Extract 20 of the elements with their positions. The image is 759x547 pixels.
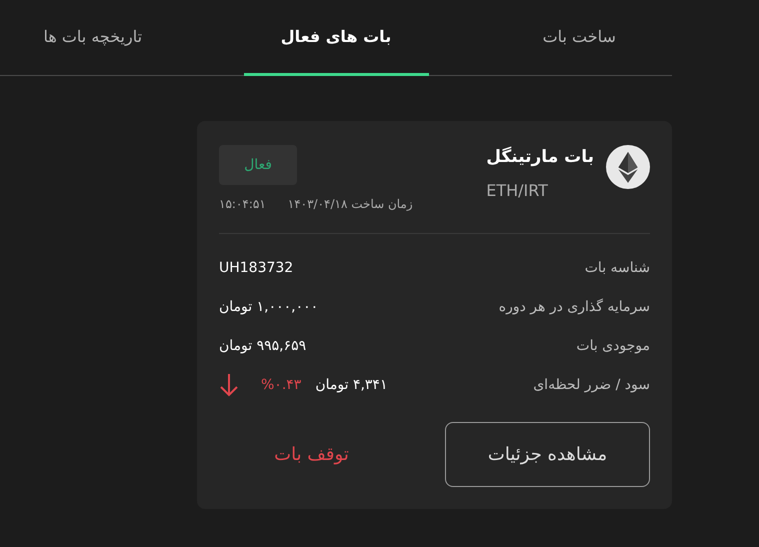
action-button[interactable]: مشاهده جزئیات — [445, 422, 650, 487]
tab[interactable]: تاریخچه بات ها — [0, 0, 186, 76]
field-label: موجودی بات — [576, 338, 650, 354]
ethereum-icon — [606, 145, 650, 189]
change-percent: %۰.۴۳ — [261, 376, 302, 392]
trading-pair: ETH/IRT — [486, 181, 549, 200]
status-badge: فعال — [219, 145, 297, 185]
field-label: شناسه بات — [584, 260, 650, 276]
created-time: ۱۵:۰۴:۵۱ — [219, 197, 266, 211]
field-value: ۹۹۵,۶۵۹ تومان — [219, 338, 306, 354]
action-button[interactable]: توقف بات — [219, 422, 404, 487]
field-value: UH183732 — [219, 260, 294, 276]
field-label: سود / ضرر لحظه‌ای — [533, 376, 650, 392]
field-label: سرمایه گذاری در هر دوره — [498, 298, 650, 314]
tab[interactable]: ساخت بات — [486, 0, 672, 76]
tab[interactable]: بات های فعال — [244, 0, 428, 76]
field-value: ۱,۰۰۰,۰۰۰ تومان — [219, 298, 318, 314]
bot-name: بات مارتینگل — [486, 147, 594, 167]
field-value: ۴,۳۴۱ تومان — [315, 376, 388, 392]
created-date: زمان ساخت ۱۴۰۳/۰۴/۱۸ — [288, 197, 413, 211]
